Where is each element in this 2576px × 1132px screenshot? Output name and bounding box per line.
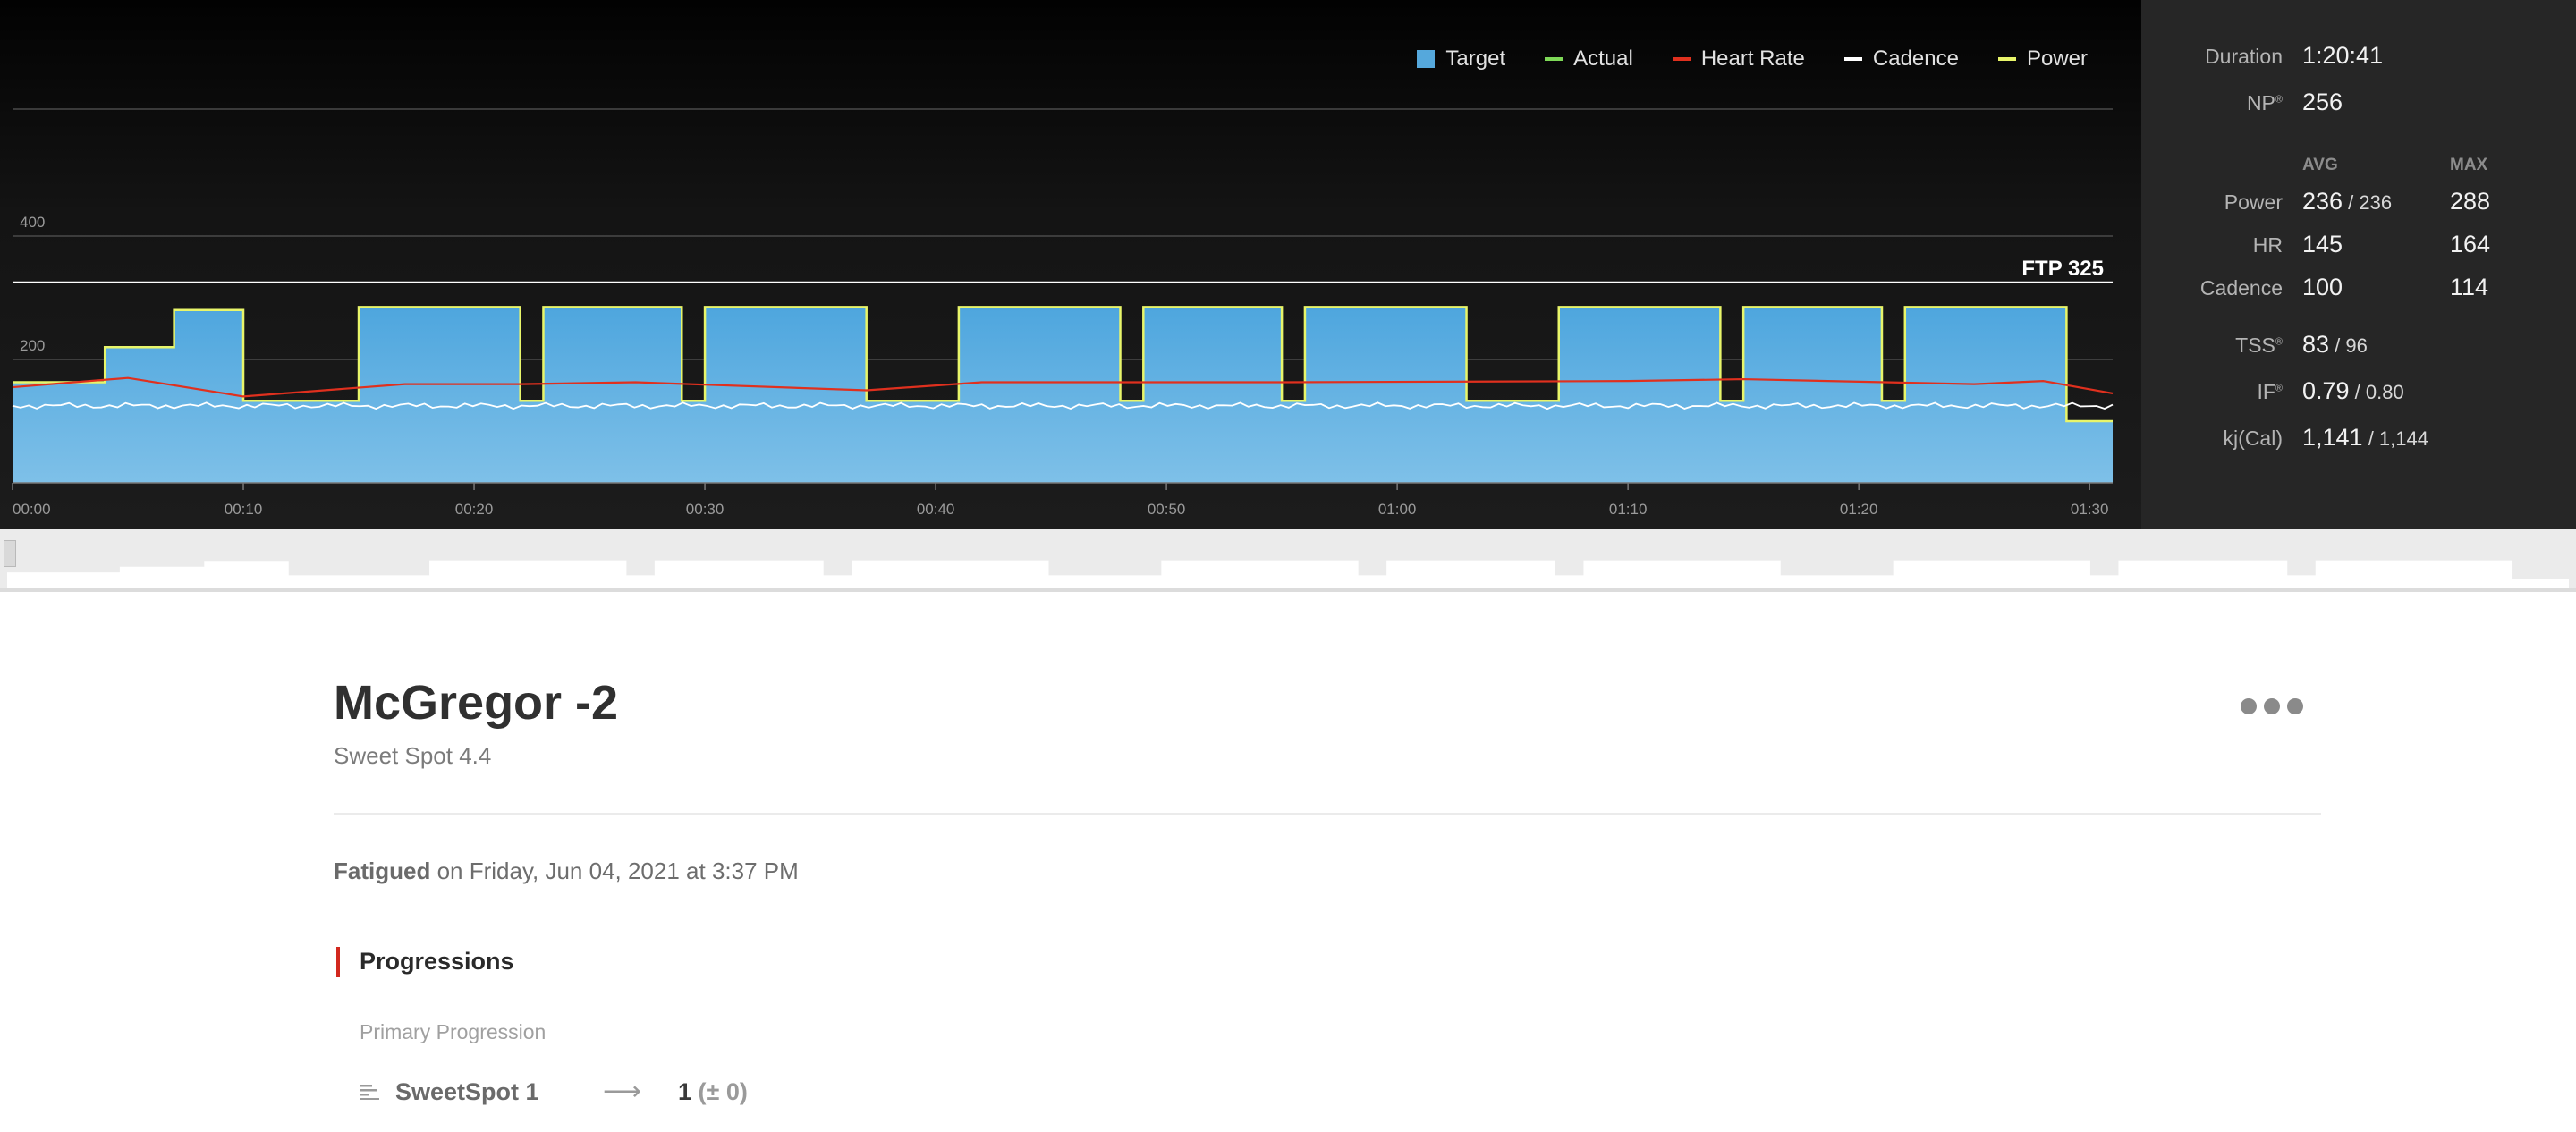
x-tick-label: 00:10 bbox=[225, 501, 263, 518]
if-value: 0.79 / 0.80 bbox=[2302, 377, 2404, 404]
x-tick-label: 01:20 bbox=[1840, 501, 1878, 518]
details-divider bbox=[334, 813, 2321, 815]
stats-panel: Duration 1:20:41 NP® 256 AVG MAX Power 2… bbox=[2141, 0, 2576, 529]
legend-item-heart-rate[interactable]: Heart Rate bbox=[1672, 46, 1805, 72]
power-avg-value: 236 / 236 bbox=[2302, 188, 2393, 215]
overview-drag-handle[interactable] bbox=[4, 540, 16, 567]
x-tick-label: 01:10 bbox=[1609, 501, 1648, 518]
workout-subtitle: Sweet Spot 4.4 bbox=[334, 742, 492, 769]
legend-label: Target bbox=[1445, 46, 1506, 71]
legend-label: Heart Rate bbox=[1700, 46, 1805, 71]
avg-column-header: AVG bbox=[2302, 156, 2338, 174]
legend-swatch bbox=[1843, 57, 1862, 61]
legend-swatch bbox=[1672, 57, 1690, 61]
more-dot-icon bbox=[2264, 698, 2280, 714]
power-max-value: 288 bbox=[2450, 188, 2491, 215]
workout-chart[interactable]: FTP 325 00:00 00:10 00:20 00:30 00:40 00:50 01:… bbox=[0, 0, 2141, 529]
np-value: 256 bbox=[2302, 89, 2343, 115]
workout-title: McGregor -2 bbox=[334, 676, 619, 730]
x-tick-label: 00:20 bbox=[455, 501, 494, 518]
cadence-avg-value: 100 bbox=[2302, 274, 2343, 300]
workout-chart-panel: FTP 325 00:00 00:10 00:20 00:30 00:40 00:50 01:… bbox=[0, 0, 2141, 529]
x-tick-label: 00:50 bbox=[1148, 501, 1186, 518]
survey-rating[interactable]: Fatigued bbox=[334, 857, 430, 884]
progression-name: SweetSpot 1 bbox=[395, 1077, 539, 1105]
arrow-right-icon: ⟶ bbox=[603, 1077, 642, 1106]
duration-label: Duration bbox=[2205, 45, 2283, 68]
max-column-header: MAX bbox=[2450, 156, 2488, 174]
power-label: Power bbox=[2224, 190, 2283, 214]
tss-label: TSS® bbox=[2235, 334, 2283, 357]
x-tick-label: 01:00 bbox=[1378, 501, 1417, 518]
legend-item-cadence[interactable]: Cadence bbox=[1843, 46, 1959, 72]
hr-max-value: 164 bbox=[2450, 231, 2491, 258]
legend-label: Power bbox=[2026, 46, 2088, 71]
progression-row[interactable]: SweetSpot 1 ⟶ 1 (± 0) bbox=[360, 1074, 748, 1110]
x-tick-label: 00:40 bbox=[917, 501, 955, 518]
y-tick-label: 400 bbox=[20, 214, 45, 231]
cadence-label: Cadence bbox=[2199, 276, 2283, 300]
legend-item-target[interactable]: Target bbox=[1417, 46, 1505, 72]
x-tick-label: 00:30 bbox=[686, 501, 724, 518]
y-tick-label: 200 bbox=[20, 337, 45, 354]
progressions-heading: Progressions bbox=[360, 948, 514, 975]
cadence-max-value: 114 bbox=[2450, 274, 2489, 300]
more-options-button[interactable] bbox=[2241, 693, 2303, 720]
legend-item-actual[interactable]: Actual bbox=[1545, 46, 1633, 72]
legend-label: Actual bbox=[1573, 46, 1633, 71]
legend-label: Cadence bbox=[1872, 46, 1959, 71]
legend-swatch bbox=[1417, 50, 1436, 68]
overview-bar bbox=[0, 529, 2576, 588]
ftp-label: FTP 325 bbox=[2021, 257, 2104, 281]
target-power-area bbox=[13, 307, 2113, 483]
progressions-accent-bar bbox=[336, 947, 340, 977]
duration-value: 1:20:41 bbox=[2302, 42, 2384, 69]
tss-value: 83 / 96 bbox=[2302, 331, 2368, 358]
primary-progression-label: Primary Progression bbox=[360, 1020, 547, 1043]
kj-value: 1,141 / 1,144 bbox=[2302, 424, 2428, 451]
hr-avg-value: 145 bbox=[2302, 231, 2343, 258]
chart-legend: Target Actual Heart Rate Cadence Power bbox=[1417, 43, 2088, 75]
legend-item-power[interactable]: Power bbox=[1997, 46, 2088, 72]
hr-label: HR bbox=[2252, 233, 2283, 257]
np-label: NP® bbox=[2246, 91, 2283, 114]
x-tick-label: 00:00 bbox=[13, 501, 51, 518]
x-tick-label: 01:30 bbox=[2071, 501, 2109, 518]
overview-target-profile bbox=[7, 560, 2569, 588]
legend-swatch bbox=[1545, 57, 1563, 61]
if-label: IF® bbox=[2257, 380, 2283, 403]
overview-profile bbox=[7, 560, 2569, 588]
more-dot-icon bbox=[2241, 698, 2257, 714]
progression-bars-icon bbox=[360, 1085, 379, 1100]
overview-shadow bbox=[0, 588, 2576, 592]
legend-swatch bbox=[1997, 57, 2016, 61]
post-workout-survey: Fatigued on Friday, Jun 04, 2021 at 3:37… bbox=[334, 857, 799, 884]
progression-level: 1 (± 0) bbox=[678, 1078, 748, 1105]
more-dot-icon bbox=[2287, 698, 2303, 714]
kj-label: kj(Cal) bbox=[2223, 427, 2283, 450]
workout-overview-strip[interactable] bbox=[0, 529, 2576, 592]
